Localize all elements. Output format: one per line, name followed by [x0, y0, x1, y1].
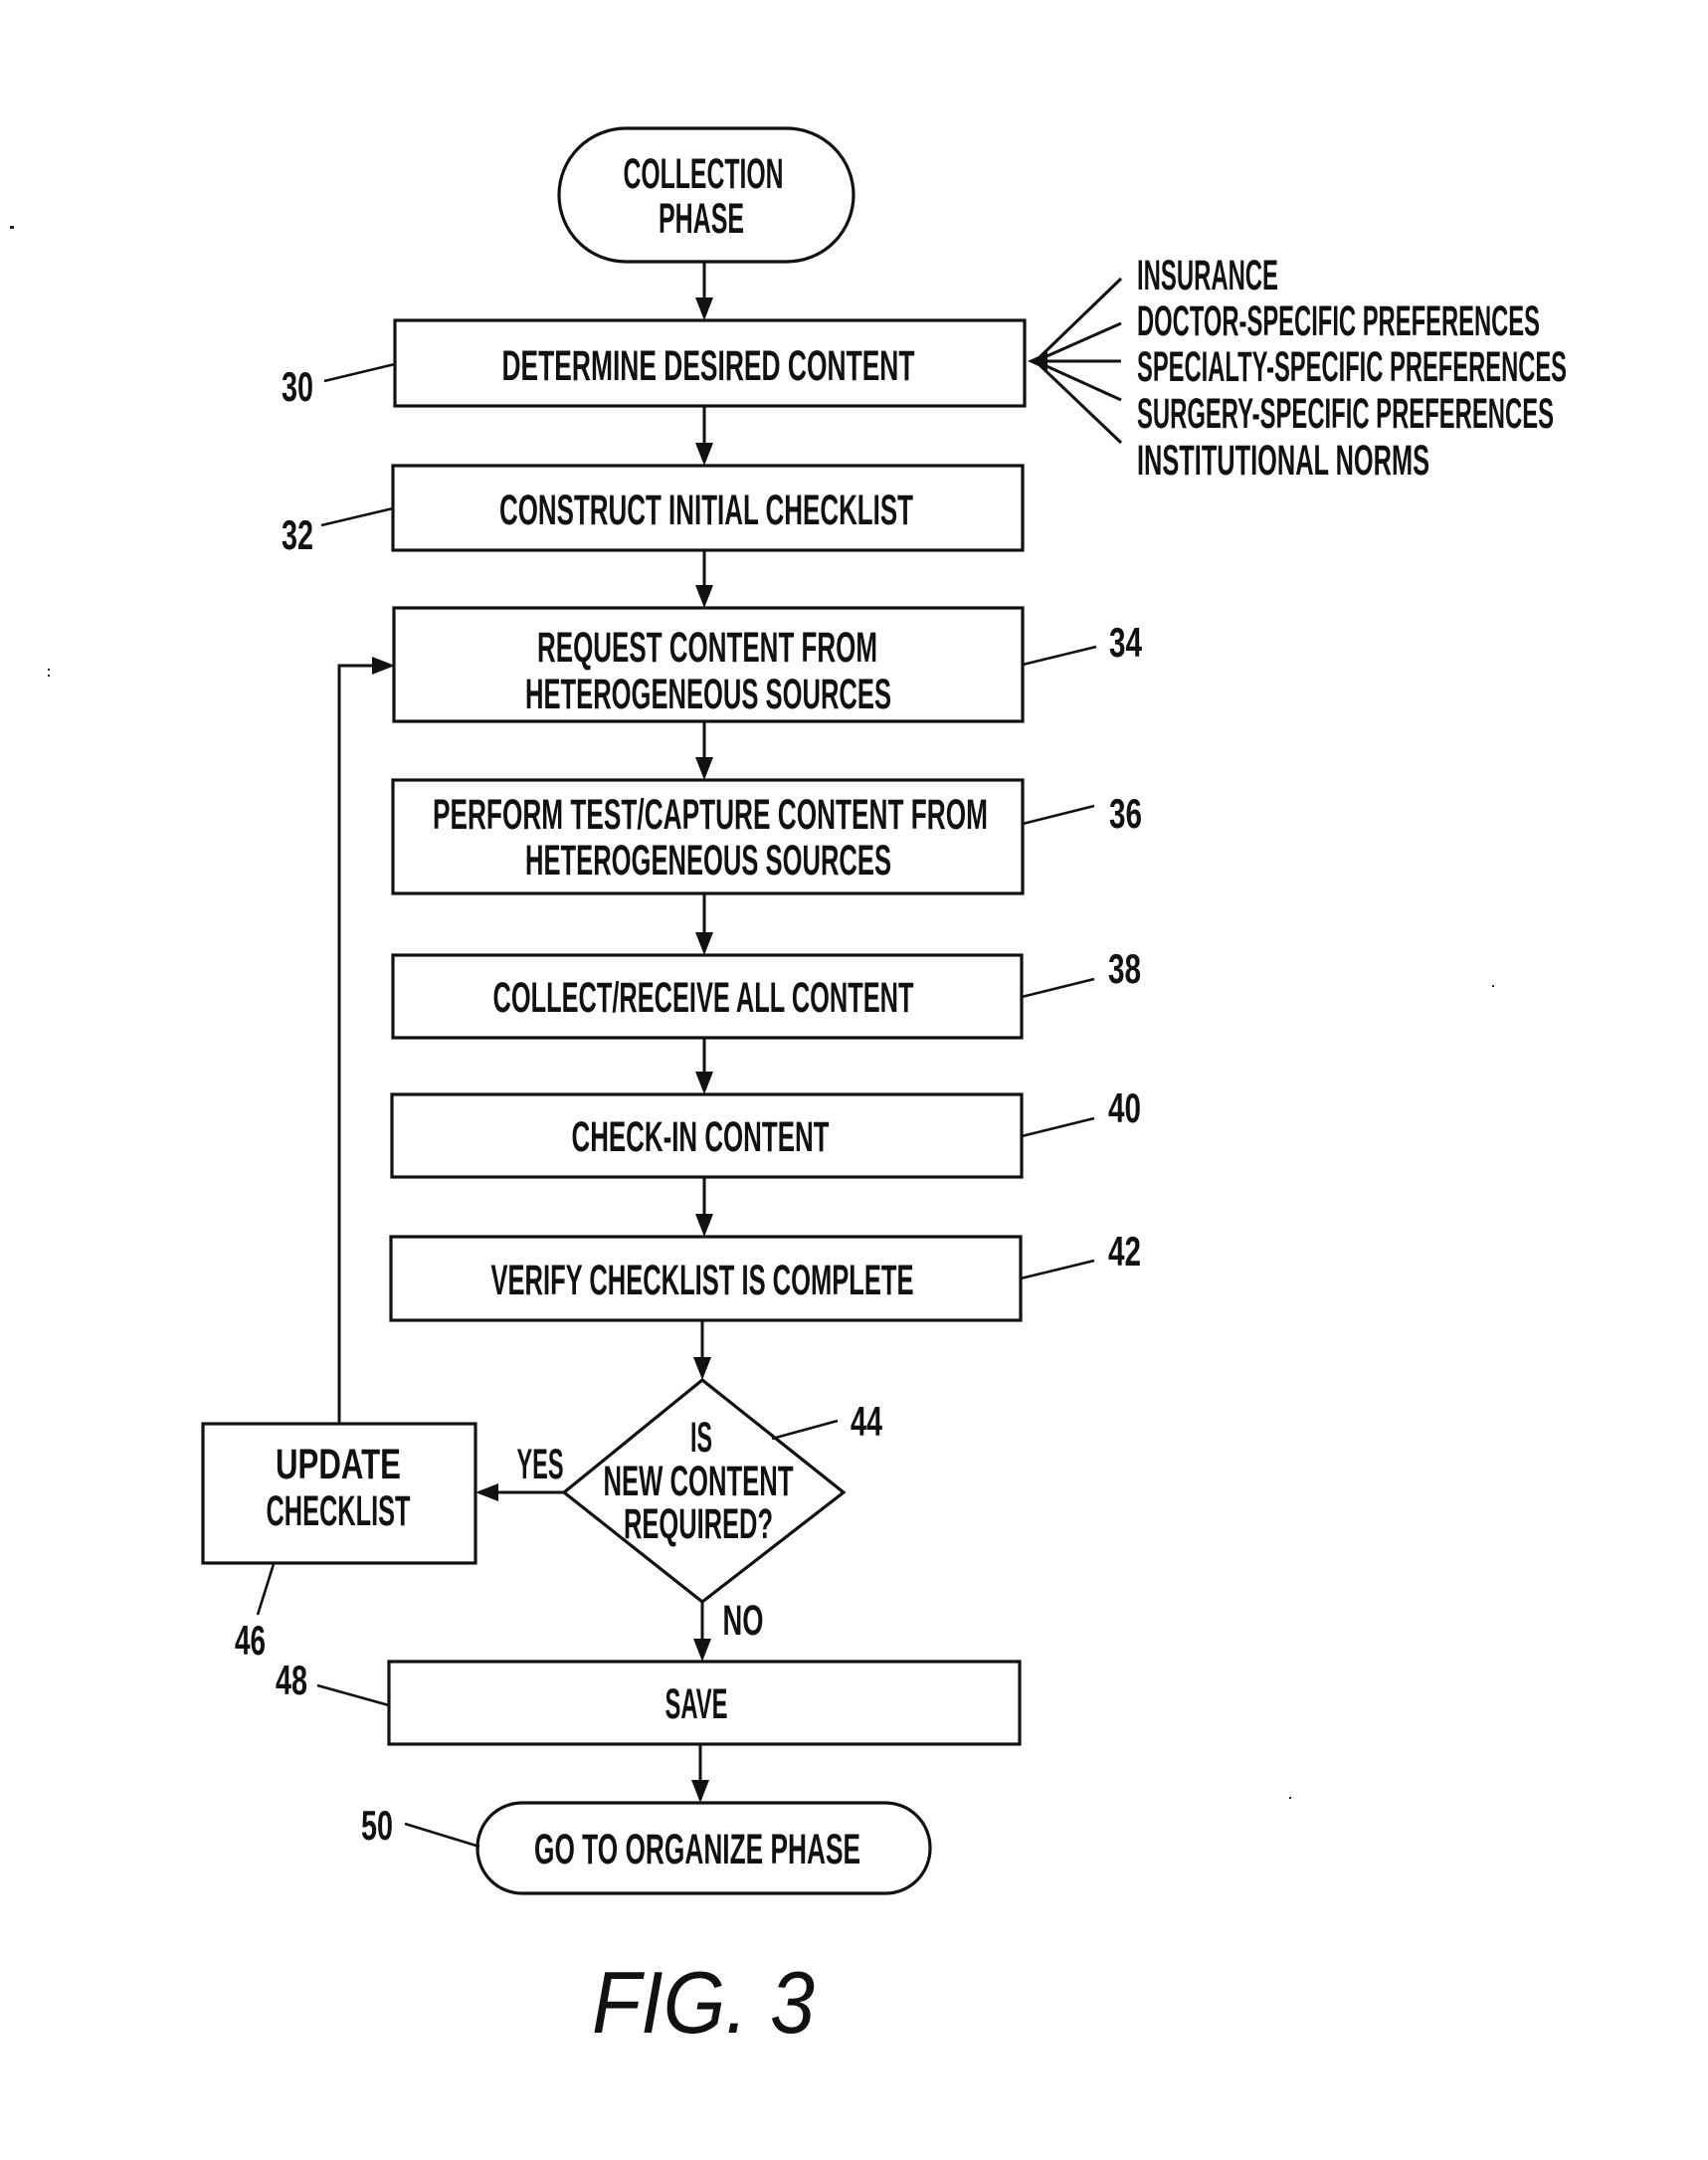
- arrow-collect-to-checkin: [695, 1038, 713, 1094]
- leader-line: [1022, 645, 1097, 667]
- ref-34: 34: [1109, 619, 1142, 666]
- request-label-line1: REQUEST CONTENT FROM: [537, 624, 877, 672]
- checkin-label: CHECK-IN CONTENT: [572, 1113, 830, 1161]
- ref-42: 42: [1108, 1228, 1141, 1275]
- no-branch-label: NO: [723, 1597, 764, 1645]
- input-fan-lines: [1028, 277, 1123, 445]
- start-label-line1: COLLECTION: [624, 150, 784, 198]
- leader-line: [1022, 804, 1095, 826]
- node-save: SAVE: [387, 1660, 1022, 1746]
- leader-line: [323, 362, 396, 383]
- loop-back-arrow: [337, 657, 395, 1424]
- update-label-line2: CHECKLIST: [267, 1487, 411, 1535]
- node-go-to-organize-phase: GO TO ORGANIZE PHASE: [475, 1801, 932, 1895]
- input-item-institutional-norms: INSTITUTIONAL NORMS: [1137, 437, 1429, 485]
- arrow-determine-to-construct: [695, 406, 713, 466]
- arrow-checkin-to-verify: [695, 1177, 713, 1237]
- node-construct-initial-checklist: CONSTRUCT INITIAL CHECKLIST: [391, 464, 1025, 552]
- input-item-insurance: INSURANCE: [1137, 252, 1278, 299]
- ref-46: 46: [235, 1617, 266, 1664]
- arrowhead-icon: [695, 585, 713, 608]
- figure-caption: FIG. 3: [592, 1953, 815, 2052]
- arrow-decision-to-save: [693, 1602, 711, 1662]
- arrowhead-icon: [695, 1072, 713, 1094]
- flowchart-figure: COLLECTION PHASE DETERMINE DESIRED CONTE…: [10, 126, 1567, 2052]
- leader-line: [320, 506, 394, 527]
- ref-32: 32: [282, 511, 313, 558]
- arrowhead-icon: [475, 1483, 498, 1501]
- arrow-perform-to-collect: [695, 893, 713, 955]
- node-determine-desired-content: DETERMINE DESIRED CONTENT: [393, 318, 1027, 408]
- ref-50: 50: [361, 1802, 393, 1849]
- leader-line: [1021, 977, 1095, 999]
- leader-line: [1020, 1259, 1095, 1280]
- node-check-in-content: CHECK-IN CONTENT: [390, 1092, 1024, 1179]
- input-fan-line: [1035, 359, 1122, 402]
- save-label: SAVE: [665, 1680, 728, 1728]
- node-decision-new-content: IS NEW CONTENT REQUIRED?: [561, 1377, 847, 1605]
- end-label: GO TO ORGANIZE PHASE: [534, 1826, 860, 1873]
- ref-44: 44: [851, 1398, 882, 1445]
- verify-label: VERIFY CHECKLIST IS COMPLETE: [491, 1257, 914, 1304]
- leader-line: [1021, 1116, 1095, 1138]
- node-request-content: REQUEST CONTENT FROM HETEROGENEOUS SOURC…: [392, 606, 1025, 723]
- perform-label-line1: PERFORM TEST/CAPTURE CONTENT FROM: [433, 791, 988, 839]
- arrowhead-icon: [1028, 352, 1047, 370]
- determine-label: DETERMINE DESIRED CONTENT: [502, 342, 915, 390]
- leader-line: [256, 1563, 276, 1616]
- perform-label-line2: HETEROGENEOUS SOURCES: [525, 837, 891, 884]
- arrowhead-icon: [693, 1639, 711, 1662]
- arrowhead-icon: [691, 1780, 709, 1803]
- arrow-verify-to-decision: [693, 1320, 711, 1380]
- ref-36: 36: [1109, 790, 1142, 837]
- input-item-doctor-preferences: DOCTOR-SPECIFIC PREFERENCES: [1137, 297, 1540, 345]
- ref-30: 30: [282, 363, 313, 410]
- arrow-save-to-end: [691, 1744, 709, 1803]
- arrowhead-icon: [372, 657, 395, 675]
- input-fan-line: [1034, 277, 1123, 363]
- yes-branch-label: YES: [517, 1441, 564, 1488]
- input-list: INSURANCE DOCTOR-SPECIFIC PREFERENCES SP…: [1137, 252, 1567, 485]
- ref-40: 40: [1108, 1084, 1141, 1131]
- arrowhead-icon: [695, 1214, 713, 1237]
- input-item-specialty-preferences: SPECIALTY-SPECIFIC PREFERENCES: [1137, 343, 1567, 391]
- decision-label-line3: REQUIRED?: [624, 1500, 773, 1548]
- leader-line: [404, 1822, 480, 1849]
- arrow-request-to-perform: [695, 721, 713, 780]
- node-perform-test: PERFORM TEST/CAPTURE CONTENT FROM HETERO…: [391, 778, 1025, 895]
- construct-label: CONSTRUCT INITIAL CHECKLIST: [499, 487, 913, 534]
- input-fan-line: [1034, 359, 1123, 445]
- decision-label-line1: IS: [690, 1414, 712, 1462]
- request-label-line2: HETEROGENEOUS SOURCES: [525, 671, 891, 718]
- arrowhead-icon: [695, 297, 713, 320]
- node-update-checklist: UPDATE CHECKLIST: [201, 1422, 477, 1565]
- arrowhead-icon: [695, 757, 713, 780]
- arrowhead-icon: [695, 932, 713, 955]
- arrowhead-icon: [693, 1357, 711, 1380]
- update-label-line1: UPDATE: [276, 1441, 401, 1488]
- node-start: COLLECTION PHASE: [557, 126, 855, 264]
- decision-label-line2: NEW CONTENT: [604, 1458, 794, 1505]
- node-collect-receive: COLLECT/RECEIVE ALL CONTENT: [391, 953, 1024, 1040]
- leader-line: [316, 1683, 390, 1707]
- ref-38: 38: [1108, 945, 1141, 992]
- arrowhead-icon: [695, 443, 713, 466]
- arrow-construct-to-request: [695, 550, 713, 608]
- input-item-surgery-preferences: SURGERY-SPECIFIC PREFERENCES: [1137, 390, 1554, 438]
- collect-label: COLLECT/RECEIVE ALL CONTENT: [493, 974, 914, 1022]
- node-verify-checklist: VERIFY CHECKLIST IS COMPLETE: [389, 1235, 1023, 1322]
- arrow-start-to-determine: [695, 262, 713, 320]
- start-label-line2: PHASE: [659, 195, 744, 243]
- ref-48: 48: [276, 1657, 307, 1703]
- input-fan-line: [1035, 321, 1122, 363]
- leader-line: [771, 1419, 839, 1441]
